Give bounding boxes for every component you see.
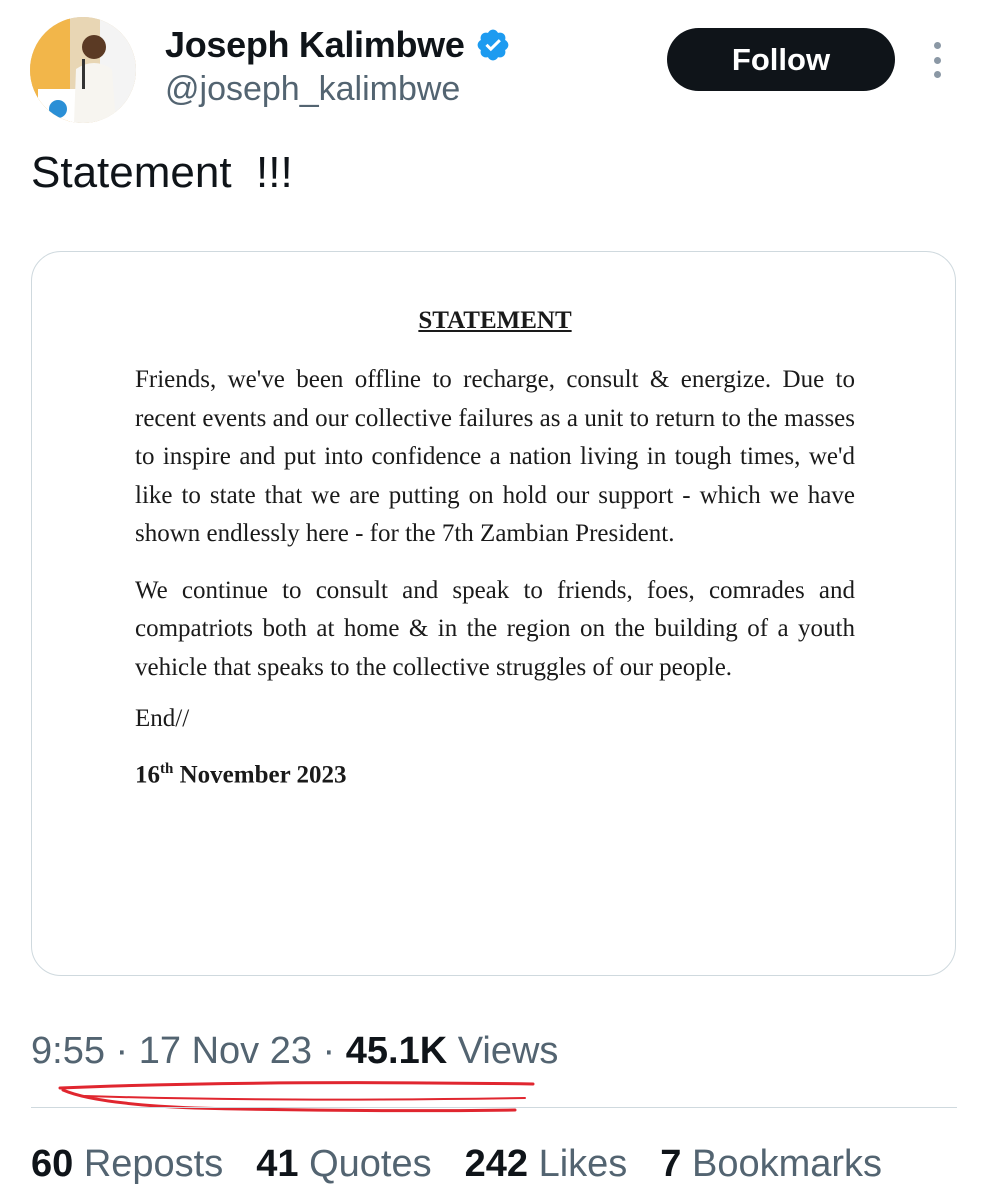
author-display-name[interactable]: Joseph Kalimbwe xyxy=(165,24,465,66)
views-count: 45.1K xyxy=(345,1030,448,1072)
verified-badge-icon xyxy=(477,29,508,61)
author-handle[interactable]: @joseph_kalimbwe xyxy=(165,70,460,109)
document-paragraph: Friends, we've been offline to recharge,… xyxy=(135,366,855,547)
views-label: Views xyxy=(447,1030,559,1072)
statement-document: STATEMENT Friends, we've been offline to… xyxy=(135,307,855,789)
engagement-stats: 60 Reposts 41 Quotes 242 Likes 7 Bookmar… xyxy=(31,1143,882,1186)
likes-stat[interactable]: 242 Likes xyxy=(465,1143,628,1186)
tweet-meta: 9:55 · 17 Nov 23 · 45.1K Views xyxy=(31,1030,559,1072)
document-title: STATEMENT xyxy=(418,307,572,334)
tweet-time[interactable]: 9:55 xyxy=(31,1030,105,1072)
divider xyxy=(31,1107,957,1108)
avatar[interactable] xyxy=(30,17,136,123)
quotes-stat[interactable]: 41 Quotes xyxy=(256,1143,431,1186)
document-paragraph: We continue to consult and speak to frie… xyxy=(135,576,855,681)
tweet-date[interactable]: 17 Nov 23 xyxy=(139,1030,312,1072)
avatar-image xyxy=(30,17,136,123)
tweet-text: Statement !!! xyxy=(31,148,293,197)
attached-image[interactable]: STATEMENT Friends, we've been offline to… xyxy=(31,251,956,976)
document-date: 16th November 2023 xyxy=(135,761,347,789)
red-underline-annotation xyxy=(58,1081,535,1113)
reposts-stat[interactable]: 60 Reposts xyxy=(31,1143,223,1186)
author-name-row[interactable]: Joseph Kalimbwe xyxy=(165,24,511,66)
document-end: End// xyxy=(135,705,190,732)
more-options-icon[interactable] xyxy=(926,42,948,78)
follow-button[interactable]: Follow xyxy=(667,28,895,91)
bookmarks-stat[interactable]: 7 Bookmarks xyxy=(660,1143,882,1186)
